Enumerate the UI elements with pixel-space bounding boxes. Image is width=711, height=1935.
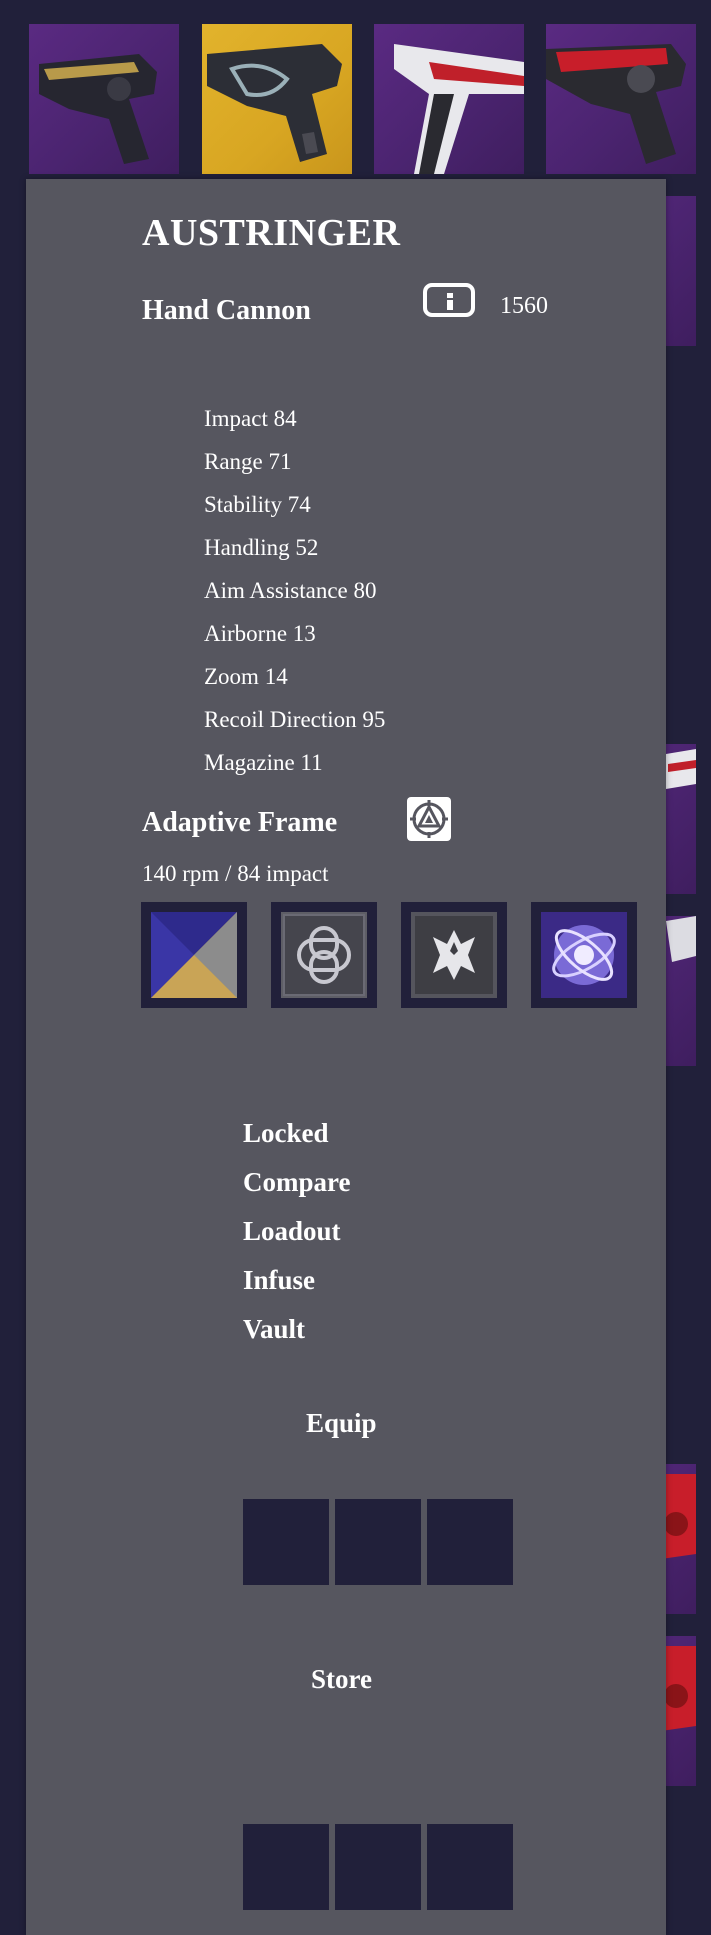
stat-handling: Handling 52 xyxy=(204,535,319,560)
loadout-button[interactable]: Loadout xyxy=(243,1207,351,1256)
item-actions: Locked Compare Loadout Infuse Vault xyxy=(243,1109,351,1354)
infuse-button[interactable]: Infuse xyxy=(243,1256,351,1305)
trait-perk-icon xyxy=(411,912,497,998)
hand-cannon-icon xyxy=(39,54,157,164)
weapon-tile-selected[interactable] xyxy=(202,24,352,174)
barrel-perk-icon xyxy=(151,912,237,998)
item-name: AUSTRINGER xyxy=(142,212,401,254)
equip-character-slot[interactable] xyxy=(243,1499,329,1585)
weapon-tile[interactable] xyxy=(374,24,524,174)
stat-aim-assistance: Aim Assistance 80 xyxy=(204,578,377,603)
smg-icon xyxy=(394,44,524,174)
store-heading[interactable]: Store xyxy=(311,1664,372,1695)
frame-description: 140 rpm / 84 impact xyxy=(142,861,329,886)
item-detail-panel: AUSTRINGER Hand Cannon 1560 Impact 84 Ra… xyxy=(26,179,666,1935)
stats-list: Impact 84 Range 71 Stability 74 Handling… xyxy=(204,397,385,784)
power-level: 1560 xyxy=(500,293,548,319)
frame-name: Adaptive Frame xyxy=(142,807,338,838)
weapon-tile[interactable] xyxy=(546,24,696,174)
store-character-slot[interactable] xyxy=(427,1824,513,1910)
vault-button[interactable]: Vault xyxy=(243,1305,351,1354)
weapon-tile[interactable] xyxy=(29,24,179,174)
equip-character-slot[interactable] xyxy=(335,1499,421,1585)
stat-zoom: Zoom 14 xyxy=(204,664,288,689)
perk-socket[interactable] xyxy=(401,902,507,1008)
equip-character-slot[interactable] xyxy=(427,1499,513,1585)
stat-impact: Impact 84 xyxy=(204,406,297,431)
stat-stability: Stability 74 xyxy=(204,492,311,517)
equip-heading[interactable]: Equip xyxy=(306,1408,377,1439)
hand-cannon-icon xyxy=(207,44,342,162)
compare-button[interactable]: Compare xyxy=(243,1158,351,1207)
adaptive-frame-icon xyxy=(407,797,451,841)
stat-recoil-direction: Recoil Direction 95 xyxy=(204,707,386,732)
store-character-slot[interactable] xyxy=(335,1824,421,1910)
info-icon[interactable] xyxy=(423,283,475,317)
perk-socket[interactable] xyxy=(531,902,637,1008)
store-character-slot[interactable] xyxy=(243,1824,329,1910)
perk-socket[interactable] xyxy=(271,902,377,1008)
stat-range: Range 71 xyxy=(204,449,292,474)
stat-airborne: Airborne 13 xyxy=(204,621,316,646)
stat-magazine: Magazine 11 xyxy=(204,750,323,775)
hand-cannon-icon xyxy=(546,44,686,164)
locked-button[interactable]: Locked xyxy=(243,1109,351,1158)
perk-socket[interactable] xyxy=(141,902,247,1008)
item-type: Hand Cannon xyxy=(142,295,311,326)
magazine-perk-icon xyxy=(281,912,367,998)
masterwork-perk-icon xyxy=(541,912,627,998)
